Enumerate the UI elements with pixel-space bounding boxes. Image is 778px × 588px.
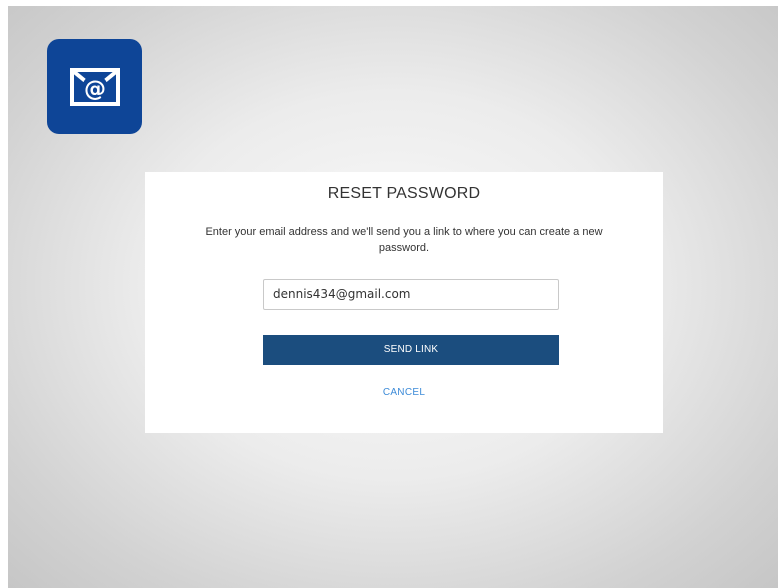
cancel-link[interactable]: CANCEL xyxy=(145,387,663,398)
svg-text:@: @ xyxy=(84,77,106,102)
email-at-icon: @ xyxy=(69,67,120,106)
reset-password-dialog: RESET PASSWORD Enter your email address … xyxy=(145,172,663,433)
dialog-description: Enter your email address and we'll send … xyxy=(205,226,603,254)
background-stage: @ RESET PASSWORD Enter your email addres… xyxy=(8,6,778,588)
email-app-icon: @ xyxy=(47,39,142,134)
send-link-button[interactable]: SEND LINK xyxy=(263,335,559,365)
dialog-title: RESET PASSWORD xyxy=(327,185,481,202)
email-input[interactable]: dennis434@gmail.com xyxy=(263,279,559,310)
